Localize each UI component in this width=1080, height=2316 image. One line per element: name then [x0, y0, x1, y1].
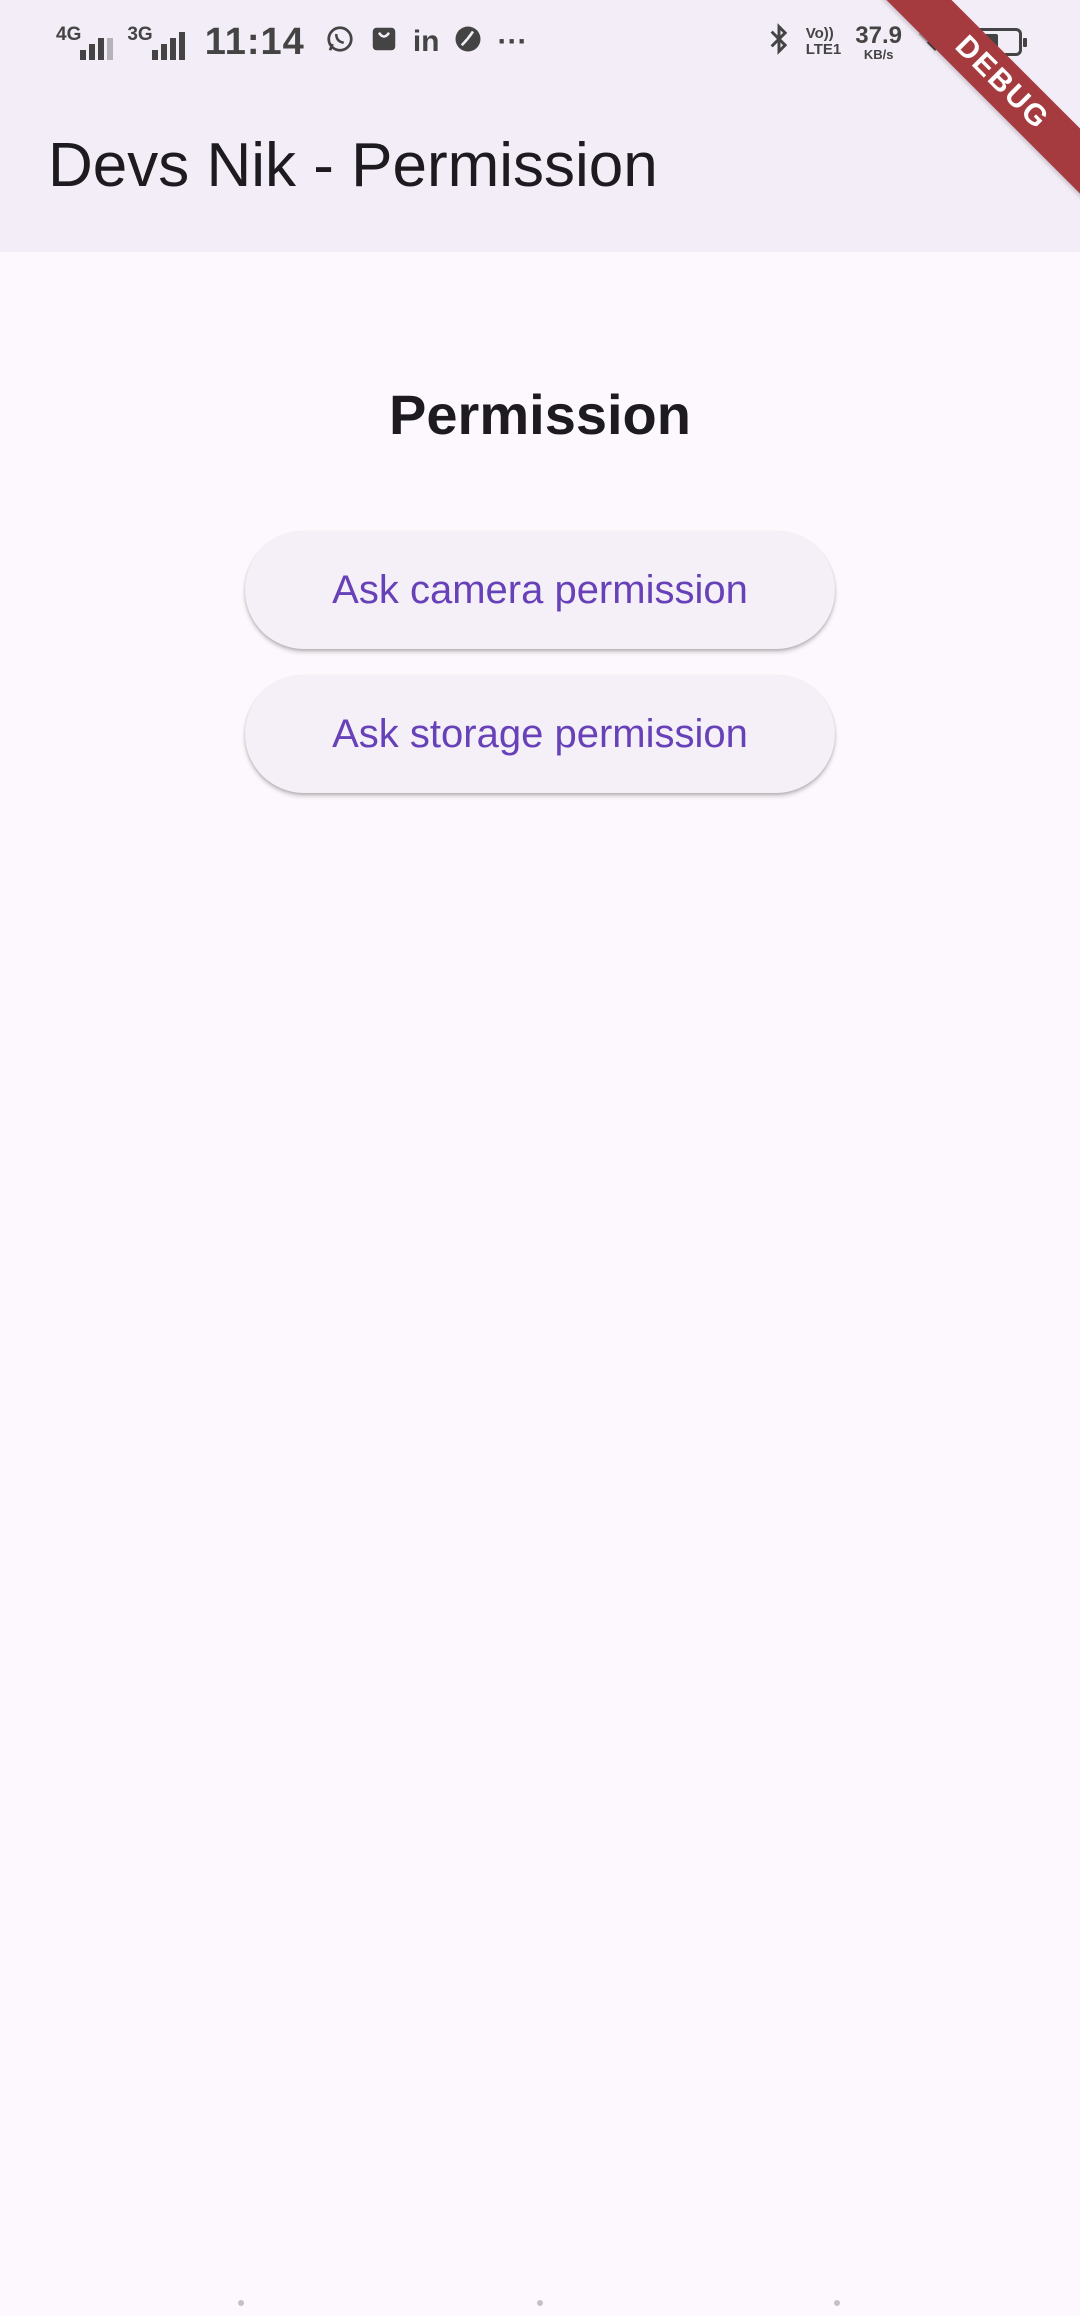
- volte-icon: Vo)) LTE1: [806, 26, 842, 58]
- main-content: Permission Ask camera permission Ask sto…: [0, 252, 1080, 793]
- shopping-bag-icon: [369, 24, 399, 60]
- app-bar: Devs Nik - Permission: [0, 84, 1080, 252]
- leaf-icon: [453, 24, 483, 60]
- nav-dot: [537, 2300, 543, 2306]
- speed-unit: KB/s: [863, 46, 894, 62]
- more-icon: ···: [497, 25, 528, 58]
- gesture-nav-hint: [0, 2300, 1080, 2310]
- linkedin-icon: in: [412, 25, 440, 58]
- network-speed: 37.9 KB/s: [855, 21, 902, 62]
- speed-value: 37.9: [855, 21, 902, 49]
- bluetooth-icon: [766, 23, 792, 61]
- ask-storage-permission-button[interactable]: Ask storage permission: [245, 675, 835, 793]
- app-bar-title: Devs Nik - Permission: [48, 130, 658, 200]
- network-type-label: 3G: [127, 24, 153, 45]
- network-type-label: 4G: [56, 24, 82, 45]
- volte-line2: LTE1: [805, 41, 842, 58]
- signal-3g-icon: 3G: [127, 24, 185, 60]
- signal-4g-icon: 4G: [56, 24, 114, 60]
- volte-line1: Vo)): [805, 25, 834, 43]
- nav-dot: [238, 2300, 244, 2306]
- ask-camera-permission-button[interactable]: Ask camera permission: [245, 531, 835, 649]
- nav-dot: [834, 2300, 840, 2306]
- status-bar-left: 4G 3G 11:14 in ···: [56, 21, 527, 64]
- page-heading: Permission: [389, 383, 691, 446]
- clock: 11:14: [204, 20, 305, 63]
- whatsapp-icon: [325, 24, 355, 60]
